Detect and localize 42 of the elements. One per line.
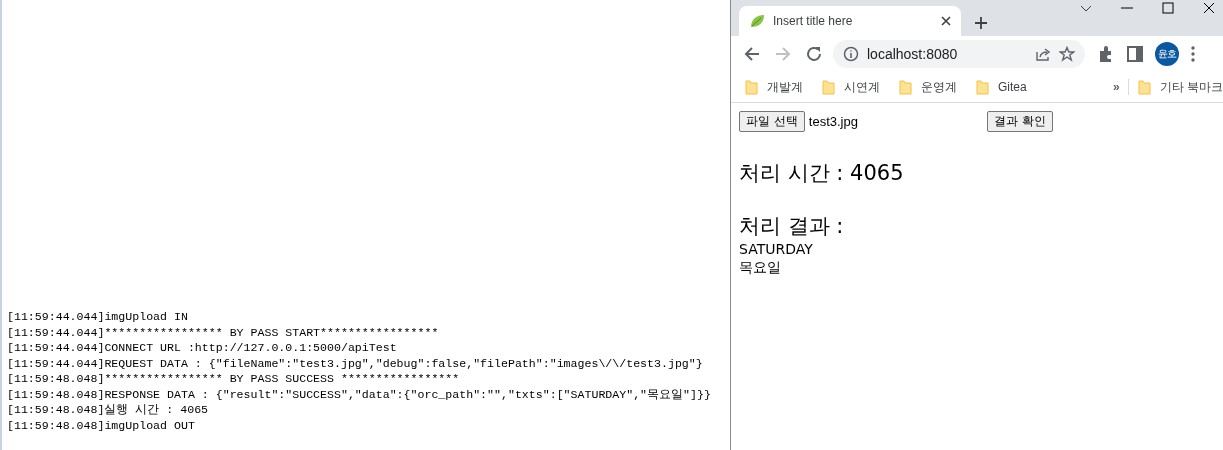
folder-icon	[976, 79, 989, 95]
log-line: [11:59:44.044]REQUEST DATA : {"fileName":"test3.jpg","debug":false,"filePath":"images\/\/test3.jpg"}	[7, 355, 703, 371]
star-icon[interactable]	[1059, 46, 1075, 62]
more-bookmarks[interactable]: »	[1112, 80, 1120, 94]
bookmark[interactable]: 개발계	[745, 78, 803, 96]
log-line: [11:59:44.044]imgUpload IN	[7, 309, 188, 325]
bookmark[interactable]: 운영계	[899, 78, 957, 96]
log-line: [11:59:48.048]RESPONSE DATA : {"result":"SUCCESS","data":{"orc_path":"","txts":["SATURDAY","목요일"]}}	[7, 386, 711, 402]
folder-icon	[745, 79, 758, 95]
folder-icon	[1137, 79, 1151, 95]
time-heading: 처리 시간 : 4065	[739, 160, 905, 187]
bookmark[interactable]: 기타 북마크	[1137, 78, 1223, 96]
more-menu-icon[interactable]	[1191, 46, 1195, 62]
side-panel-icon[interactable]	[1127, 46, 1143, 62]
folder-icon	[899, 79, 912, 95]
profile-avatar[interactable]: 윤호	[1155, 42, 1179, 66]
log-line: [11:59:44.044]***************** BY PASS START*****************	[7, 324, 439, 340]
log-line: [11:59:48.048]imgUpload OUT	[7, 417, 195, 433]
info-icon	[843, 46, 859, 62]
result-text: SATURDAY	[739, 240, 814, 258]
maximize-icon[interactable]	[1162, 2, 1174, 14]
log-line: [11:59:44.044]CONNECT URL :http://127.0.0.1:5000/apiTest	[7, 340, 397, 356]
check-result-button[interactable]: 결과 확인	[986, 111, 1053, 132]
address-bar[interactable]: localhost:8080	[833, 40, 1085, 68]
log-line: [11:59:48.048]실행 시간 : 4065	[7, 402, 209, 418]
close-icon[interactable]	[941, 16, 951, 26]
share-icon[interactable]	[1035, 46, 1051, 62]
bookmark[interactable]: Gitea	[976, 79, 1027, 95]
browser-tab[interactable]: Insert title here	[739, 6, 961, 36]
back-arrow-icon[interactable]	[743, 45, 761, 63]
reload-icon[interactable]	[805, 45, 823, 63]
log-line: [11:59:48.048]***************** BY PASS SUCCESS *****************	[7, 371, 460, 387]
close-icon[interactable]	[1203, 2, 1215, 14]
file-select-button[interactable]: 파일 선택	[739, 111, 805, 132]
tab-title: Insert title here	[773, 14, 854, 28]
result-heading: 처리 결과 :	[739, 213, 845, 240]
result-text: 목요일	[739, 258, 782, 276]
leaf-icon	[749, 13, 765, 29]
file-name: test3.jpg	[808, 114, 859, 129]
folder-icon	[822, 79, 835, 95]
bookmark[interactable]: 시연계	[822, 78, 880, 96]
new-tab-icon[interactable]	[975, 17, 987, 29]
